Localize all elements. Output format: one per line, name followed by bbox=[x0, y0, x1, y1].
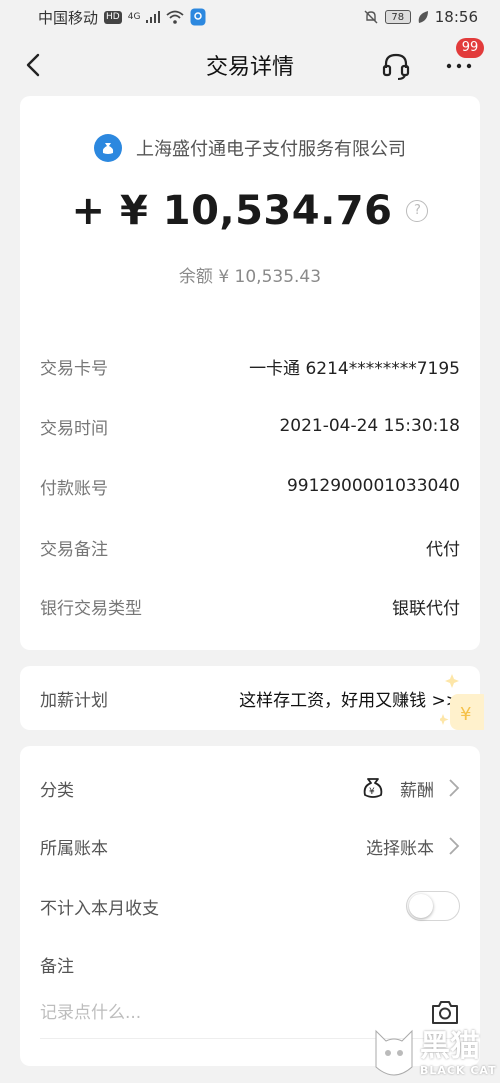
battery-icon: 78 bbox=[384, 10, 411, 24]
detail-row-remark: 交易备注 代付 bbox=[40, 527, 460, 567]
amount-row: + ¥ 10,534.76 ? bbox=[20, 188, 480, 234]
status-bar-left: 中国移动 HD 4G bbox=[38, 7, 206, 28]
detail-row-time: 交易时间 2021-04-24 15:30:18 bbox=[40, 406, 460, 446]
detail-value: 银联代付 bbox=[392, 598, 460, 619]
note-label: 备注 bbox=[40, 956, 74, 977]
black-cat-watermark: 黑猫 BLACK CAT bbox=[372, 1024, 500, 1083]
detail-label: 交易卡号 bbox=[40, 358, 108, 379]
ledger-value-group[interactable]: 选择账本 bbox=[366, 834, 460, 859]
hd-badge: HD bbox=[104, 10, 122, 24]
status-bar-right: 78 18:56 bbox=[363, 8, 478, 26]
watermark-text: 黑猫 BLACK CAT bbox=[420, 1028, 497, 1077]
network-type: 4G bbox=[127, 12, 141, 22]
camera-icon[interactable] bbox=[430, 998, 460, 1026]
category-value-group[interactable]: ¥ 薪酬 bbox=[360, 775, 460, 801]
clock-time: 18:56 bbox=[434, 8, 478, 26]
back-icon[interactable] bbox=[20, 50, 48, 80]
detail-value: 一卡通 6214********7195 bbox=[249, 358, 460, 379]
balance-text: 余额 ¥ 10,535.43 bbox=[178, 267, 322, 287]
merchant-row: 上海盛付通电子支付服务有限公司 bbox=[20, 134, 480, 162]
svg-text:¥: ¥ bbox=[460, 704, 471, 725]
salary-plan-link[interactable]: 这样存工资，好用又赚钱 >> bbox=[239, 686, 460, 711]
page-title: 交易详情 bbox=[205, 55, 294, 80]
note-input[interactable] bbox=[40, 996, 410, 1030]
chevron-right-icon bbox=[449, 779, 460, 797]
detail-label: 付款账号 bbox=[40, 478, 108, 499]
money-bag-icon bbox=[94, 134, 122, 162]
ledger-label: 所属账本 bbox=[40, 838, 108, 859]
salary-plan-label: 加薪计划 bbox=[40, 690, 108, 711]
salary-plan-card[interactable]: 加薪计划 这样存工资，好用又赚钱 >> bbox=[20, 666, 480, 730]
chevron-right-icon bbox=[449, 837, 460, 855]
exclude-month-row: 不计入本月收支 bbox=[40, 886, 460, 926]
wifi-icon bbox=[166, 10, 185, 24]
detail-label: 交易备注 bbox=[40, 539, 108, 560]
toggle-knob bbox=[409, 894, 433, 918]
ledger-value: 选择账本 bbox=[366, 838, 434, 859]
carrier-name: 中国移动 bbox=[38, 8, 99, 27]
detail-label: 银行交易类型 bbox=[40, 598, 142, 619]
record-settings-card: 分类 ¥ 薪酬 所属账本 选择账本 不计入本月收支 备注 bbox=[20, 746, 480, 1066]
coin-sparkle-icon: ¥ bbox=[440, 674, 484, 730]
detail-row-bank-type: 银行交易类型 银联代付 bbox=[40, 586, 460, 626]
detail-row-card-number: 交易卡号 一卡通 6214********7195 bbox=[40, 346, 460, 386]
category-row[interactable]: 分类 ¥ 薪酬 bbox=[40, 768, 460, 808]
transaction-amount: + ¥ 10,534.76 bbox=[71, 188, 393, 234]
ledger-row[interactable]: 所属账本 选择账本 bbox=[40, 826, 460, 866]
salary-plan-row[interactable]: 加薪计划 这样存工资，好用又赚钱 >> bbox=[40, 666, 460, 730]
detail-value: 代付 bbox=[426, 539, 460, 560]
headset-icon[interactable] bbox=[380, 50, 412, 82]
location-icon bbox=[190, 8, 206, 26]
mute-bell-icon bbox=[364, 10, 378, 24]
svg-text:¥: ¥ bbox=[369, 787, 375, 797]
salary-bag-icon: ¥ bbox=[363, 778, 383, 798]
merchant-name: 上海盛付通电子支付服务有限公司 bbox=[136, 139, 406, 160]
detail-value: 2021-04-24 15:30:18 bbox=[279, 416, 460, 436]
note-row: 备注 bbox=[40, 944, 460, 984]
transaction-card: 上海盛付通电子支付服务有限公司 + ¥ 10,534.76 ? 余额 ¥ 10,… bbox=[20, 96, 480, 650]
detail-label: 交易时间 bbox=[40, 418, 108, 439]
category-value: 薪酬 bbox=[400, 780, 434, 801]
signal-icon bbox=[146, 11, 161, 23]
exclude-month-label: 不计入本月收支 bbox=[40, 898, 159, 919]
status-bar: 中国移动 HD 4G 78 18:56 bbox=[0, 0, 500, 34]
watermark-en: BLACK CAT bbox=[420, 1063, 497, 1077]
watermark-cn: 黑猫 bbox=[420, 1028, 480, 1064]
nav-bar: 交易详情 99 bbox=[0, 34, 500, 96]
leaf-icon bbox=[418, 11, 428, 23]
category-label: 分类 bbox=[40, 780, 74, 801]
notification-badge: 99 bbox=[456, 38, 484, 58]
detail-row-payer-account: 付款账号 9912900001033040 bbox=[40, 466, 460, 506]
help-icon[interactable]: ? bbox=[406, 200, 429, 222]
exclude-month-toggle[interactable] bbox=[406, 891, 460, 921]
detail-value: 9912900001033040 bbox=[286, 476, 460, 496]
black-cat-logo-icon bbox=[375, 1029, 413, 1075]
